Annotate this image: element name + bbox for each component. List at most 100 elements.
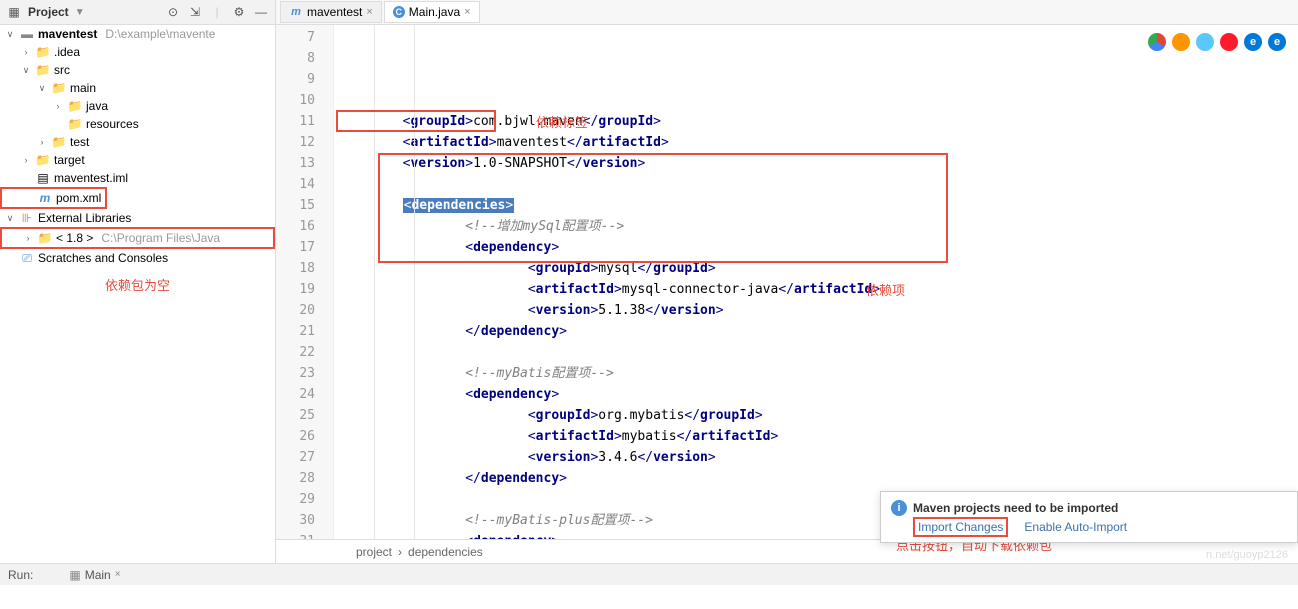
line-gutter: 7891011121314151617181920212223242526272… (276, 25, 334, 539)
tree-label: maventest (38, 27, 97, 41)
folder-icon: 📁 (36, 63, 50, 77)
import-changes-link[interactable]: Import Changes (913, 520, 1008, 534)
close-icon[interactable]: × (115, 569, 121, 580)
annotation-dep-item: 依赖项 (866, 280, 905, 299)
folder-icon: 📁 (52, 81, 66, 95)
code-line: <artifactId>maventest</artifactId> (340, 132, 1298, 153)
chevron-right-icon[interactable]: › (20, 47, 32, 57)
close-icon[interactable]: × (464, 6, 470, 18)
code-line: </dependency> (340, 321, 1298, 342)
folder-icon: 📁 (52, 135, 66, 149)
project-tree[interactable]: ∨ ▬ maventest D:\example\mavente › 📁 .id… (0, 25, 276, 563)
tree-label: main (70, 81, 96, 95)
breadcrumb-item[interactable]: dependencies (408, 545, 483, 559)
tree-resources[interactable]: 📁 resources (0, 115, 275, 133)
chevron-down-icon[interactable]: ∨ (20, 65, 32, 76)
bottom-bar: Run: ▦ Main × (0, 563, 1298, 585)
resource-folder-icon: 📁 (68, 117, 82, 131)
jdk-icon: 📁 (38, 231, 52, 245)
chrome-icon[interactable] (1148, 33, 1166, 51)
tree-label: < 1.8 > (56, 231, 93, 245)
run-tab-main[interactable]: ▦ Main × (63, 566, 126, 584)
target-icon[interactable]: ⊙ (165, 4, 181, 20)
run-tab-icon: ▦ (69, 568, 80, 582)
tree-label: java (86, 99, 108, 113)
chevron-right-icon: › (398, 545, 402, 559)
info-icon: i (891, 500, 907, 516)
code-line (340, 174, 1298, 195)
code-line (340, 342, 1298, 363)
tree-label: maventest.iml (54, 171, 128, 185)
tree-idea[interactable]: › 📁 .idea (0, 43, 275, 61)
library-icon: ⊪ (20, 211, 34, 225)
browser-icons-row: e e (1148, 33, 1286, 51)
tree-label: test (70, 135, 89, 149)
breadcrumb-item[interactable]: project (356, 545, 392, 559)
expand-icon[interactable]: ⇲ (187, 4, 203, 20)
tree-label: Scratches and Consoles (38, 251, 168, 265)
code-line: <dependency> (340, 237, 1298, 258)
target-folder-icon: 📁 (36, 153, 50, 167)
tree-scratches[interactable]: ⎚ Scratches and Consoles (0, 249, 275, 267)
ie-icon[interactable]: e (1244, 33, 1262, 51)
tree-path: C:\Program Files\Java (101, 231, 220, 245)
chevron-right-icon[interactable]: › (36, 137, 48, 147)
tree-jdk[interactable]: › 📁 < 1.8 > C:\Program Files\Java (0, 227, 275, 249)
watermark: n.net/guoyp2126 (1206, 549, 1288, 561)
run-tab-label: Main (85, 568, 111, 582)
tree-label: src (54, 63, 70, 77)
close-icon[interactable]: × (366, 6, 372, 18)
safari-icon[interactable] (1196, 33, 1214, 51)
edge-icon[interactable]: e (1268, 33, 1286, 51)
chevron-down-icon[interactable]: ∨ (36, 83, 48, 94)
tab-label: maventest (307, 5, 362, 19)
chevron-right-icon[interactable]: › (52, 101, 64, 111)
tree-label: resources (86, 117, 139, 131)
project-dropdown[interactable]: Project (28, 5, 69, 19)
code-line: <version>3.4.6</version> (340, 447, 1298, 468)
run-label: Run: (8, 568, 33, 582)
tree-path: D:\example\mavente (105, 27, 215, 41)
chevron-right-icon[interactable]: › (20, 155, 32, 165)
code-line: <artifactId>mybatis</artifactId> (340, 426, 1298, 447)
collapse-icon[interactable]: — (253, 4, 269, 20)
chevron-right-icon[interactable]: › (22, 233, 34, 243)
code-line: <dependencies> (340, 195, 1298, 216)
chevron-down-icon[interactable]: ∨ (4, 29, 16, 40)
tree-iml[interactable]: ▤ maventest.iml (0, 169, 275, 187)
project-icon: ▦ (6, 4, 22, 20)
maven-file-icon: m (38, 191, 52, 205)
tree-test[interactable]: › 📁 test (0, 133, 275, 151)
chevron-down-icon[interactable]: ▼ (75, 7, 85, 18)
firefox-icon[interactable] (1172, 33, 1190, 51)
tree-src[interactable]: ∨ 📁 src (0, 61, 275, 79)
tree-root[interactable]: ∨ ▬ maventest D:\example\mavente (0, 25, 275, 43)
scratch-icon: ⎚ (20, 251, 34, 265)
tree-pom[interactable]: m pom.xml (0, 187, 107, 209)
tree-main[interactable]: ∨ 📁 main (0, 79, 275, 97)
source-folder-icon: 📁 (68, 99, 82, 113)
tree-target[interactable]: › 📁 target (0, 151, 275, 169)
java-class-icon: C (393, 6, 405, 18)
gear-icon[interactable]: ⚙ (231, 4, 247, 20)
code-editor[interactable]: 7891011121314151617181920212223242526272… (276, 25, 1298, 539)
maven-icon: m (289, 5, 303, 19)
file-icon: ▤ (36, 171, 50, 185)
opera-icon[interactable] (1220, 33, 1238, 51)
tree-label: .idea (54, 45, 80, 59)
tree-label: External Libraries (38, 211, 131, 225)
enable-auto-import-link[interactable]: Enable Auto-Import (1024, 520, 1127, 534)
tab-maventest[interactable]: m maventest × (280, 1, 382, 23)
tab-label: Main.java (409, 5, 460, 19)
divider-icon: | (209, 4, 225, 20)
popup-title: Maven projects need to be imported (913, 501, 1118, 515)
import-popup: i Maven projects need to be imported Imp… (880, 491, 1298, 543)
annotation-dep-tag: 依赖标签 (536, 112, 588, 131)
chevron-down-icon[interactable]: ∨ (4, 213, 16, 224)
tree-java[interactable]: › 📁 java (0, 97, 275, 115)
tab-main-java[interactable]: C Main.java × (384, 1, 480, 23)
tree-external-libs[interactable]: ∨ ⊪ External Libraries (0, 209, 275, 227)
folder-icon: 📁 (36, 45, 50, 59)
code-line: <groupId>org.mybatis</groupId> (340, 405, 1298, 426)
code-line: <version>5.1.38</version> (340, 300, 1298, 321)
